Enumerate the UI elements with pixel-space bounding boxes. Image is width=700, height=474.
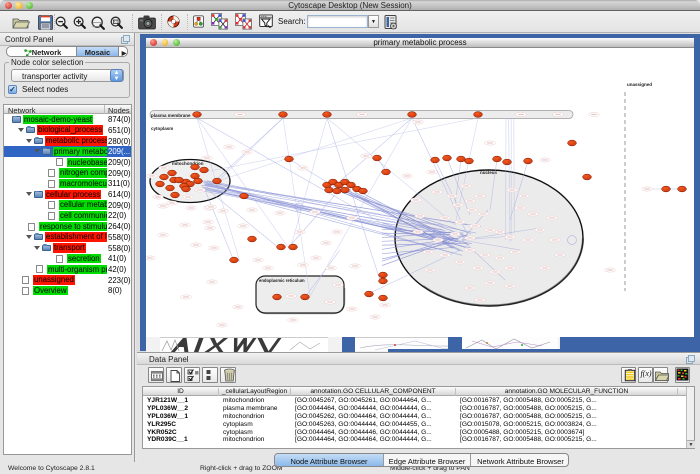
- svg-text:cytoplasm: cytoplasm: [151, 126, 173, 131]
- svg-text:unassigned: unassigned: [627, 82, 652, 87]
- svg-text:endoplasmic reticulum: endoplasmic reticulum: [259, 278, 305, 283]
- svg-text:plasma membrane: plasma membrane: [151, 113, 191, 118]
